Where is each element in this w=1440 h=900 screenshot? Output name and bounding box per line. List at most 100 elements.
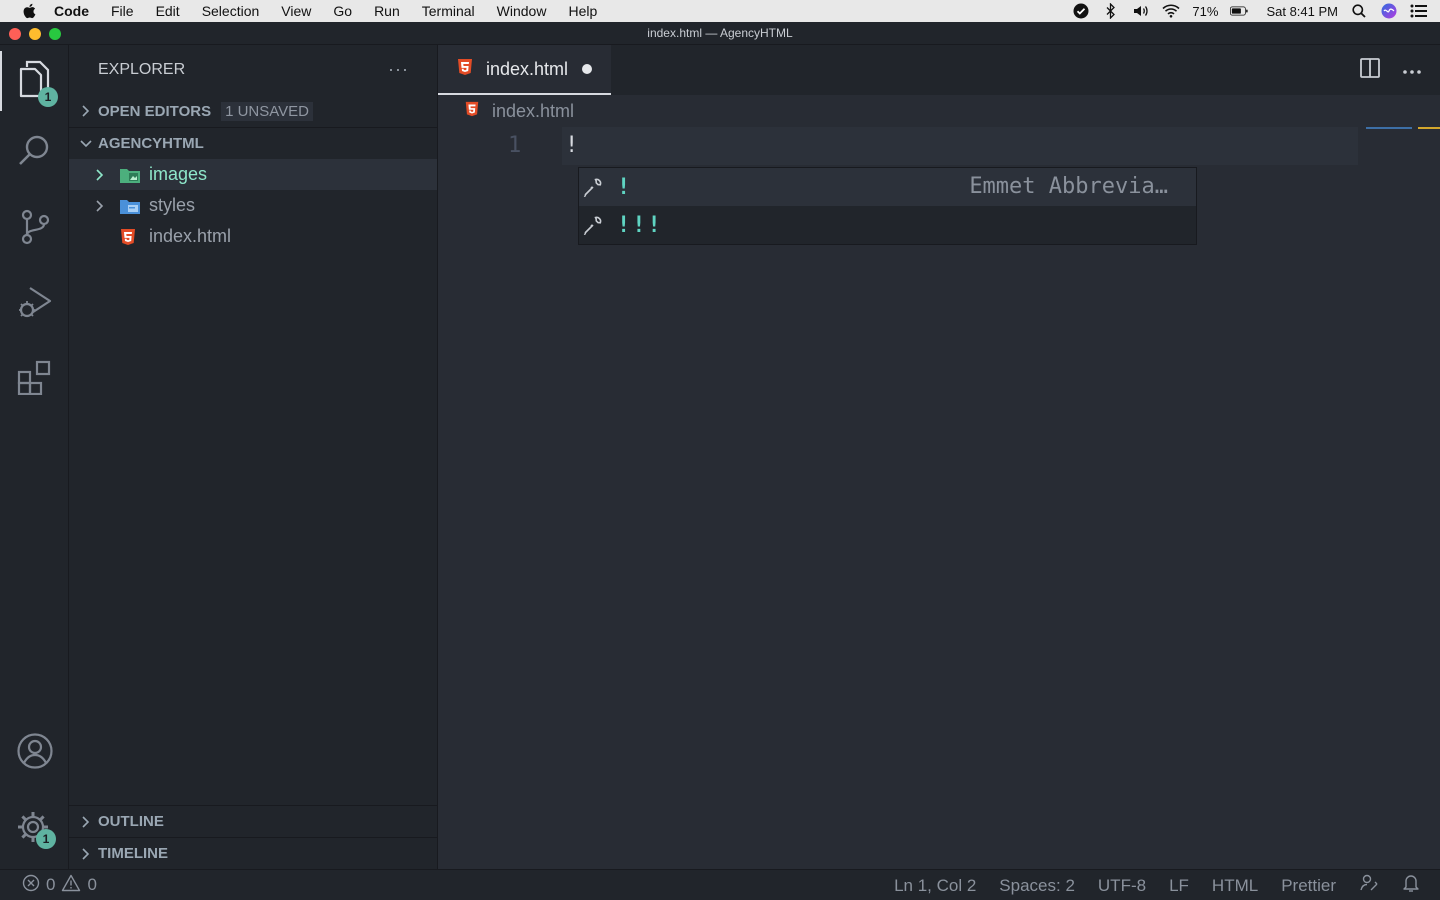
end-of-line[interactable]: LF [1169, 876, 1189, 896]
encoding[interactable]: UTF-8 [1098, 876, 1146, 896]
cursor-position[interactable]: Ln 1, Col 2 [894, 876, 976, 896]
status-bar: 0 0 Ln 1, Col 2 Spaces: 2 UTF-8 LF HTML … [0, 869, 1440, 900]
timeline-section[interactable]: TIMELINE [69, 837, 437, 869]
tab-label: index.html [486, 58, 569, 79]
volume-icon[interactable] [1132, 3, 1150, 19]
tree-item-images-folder[interactable]: images [69, 159, 437, 190]
menu-selection[interactable]: Selection [191, 0, 271, 22]
activity-run-debug[interactable] [0, 274, 69, 334]
sidebar-bottom-sections: OUTLINE TIMELINE [69, 805, 437, 869]
open-editors-section[interactable]: OPEN EDITORS 1 UNSAVED [69, 95, 437, 127]
activity-explorer[interactable]: 1 [0, 51, 69, 111]
explorer-title: EXPLORER [98, 61, 186, 78]
zoom-window-button[interactable] [49, 28, 61, 40]
activity-extensions[interactable] [0, 349, 69, 409]
window-title: index.html — AgencyHTML [647, 26, 793, 40]
problems-indicator[interactable]: 0 0 [22, 874, 97, 897]
wrench-icon [583, 215, 607, 235]
project-label: AGENCYHTML [98, 135, 204, 152]
suggestion-item[interactable]: !!! [579, 206, 1196, 244]
tree-item-label: index.html [149, 226, 232, 246]
formatter[interactable]: Prettier [1281, 876, 1336, 896]
menu-edit[interactable]: Edit [145, 0, 191, 22]
wifi-icon[interactable] [1162, 3, 1180, 19]
error-count: 0 [46, 875, 56, 894]
tree-item-label: styles [149, 195, 196, 215]
breadcrumb-file[interactable]: index.html [492, 101, 574, 122]
outline-section[interactable]: OUTLINE [69, 805, 437, 837]
macos-menu-bar: Code File Edit Selection View Go Run Ter… [0, 0, 1440, 22]
account-icon [16, 732, 54, 775]
siri-icon[interactable] [1380, 3, 1398, 19]
code-text[interactable]: ! [565, 133, 578, 158]
menu-clock[interactable]: Sat 8:41 PM [1266, 4, 1338, 19]
explorer-header: EXPLORER ··· [69, 45, 437, 95]
unsaved-dot-icon[interactable] [582, 64, 593, 74]
activity-bar: 1 1 [0, 45, 69, 869]
html5-icon [119, 228, 141, 246]
notifications-bell-icon[interactable] [1402, 873, 1420, 898]
suggestion-label: ! [617, 174, 633, 200]
chevron-right-icon [95, 199, 111, 213]
html5-icon [464, 101, 480, 122]
spotlight-search-icon[interactable] [1350, 3, 1368, 19]
indentation[interactable]: Spaces: 2 [999, 876, 1075, 896]
editor-area: index.html index.html 1 ! ! Emmet Abbrev… [438, 45, 1440, 869]
unsaved-count-badge: 1 UNSAVED [221, 101, 314, 121]
battery-icon[interactable] [1230, 3, 1249, 19]
control-center-icon[interactable] [1410, 3, 1428, 19]
menu-go[interactable]: Go [322, 0, 363, 22]
warning-count: 0 [87, 875, 97, 894]
more-actions-icon[interactable] [1402, 62, 1422, 80]
menu-app-code[interactable]: Code [40, 0, 100, 22]
battery-percent: 71% [1192, 3, 1219, 19]
open-editors-label: OPEN EDITORS [98, 102, 212, 120]
line-number: 1 [508, 133, 522, 158]
minimize-window-button[interactable] [29, 28, 41, 40]
source-control-icon [18, 208, 52, 251]
styles-folder-icon [119, 197, 141, 215]
project-section[interactable]: AGENCYHTML [69, 127, 437, 159]
tree-item-styles-folder[interactable]: styles [69, 190, 437, 221]
images-folder-icon [119, 166, 141, 184]
menu-help[interactable]: Help [557, 0, 608, 22]
close-window-button[interactable] [9, 28, 21, 40]
status-bar-right: Ln 1, Col 2 Spaces: 2 UTF-8 LF HTML Pret… [894, 870, 1420, 900]
wrench-icon [583, 177, 607, 197]
chevron-right-icon [95, 168, 111, 182]
run-debug-icon [16, 283, 54, 326]
tab-index-html[interactable]: index.html [438, 45, 611, 95]
editor-tab-bar: index.html [438, 45, 1440, 95]
activity-accounts[interactable] [0, 723, 69, 783]
tree-item-index-html[interactable]: index.html [69, 221, 437, 252]
suggestion-item[interactable]: ! Emmet Abbrevia… [579, 168, 1196, 206]
bluetooth-icon[interactable] [1102, 3, 1120, 19]
chevron-down-icon [69, 139, 98, 149]
activity-manage[interactable]: 1 [0, 799, 69, 859]
settings-badge: 1 [36, 829, 56, 849]
warning-icon [61, 874, 81, 897]
search-icon [17, 133, 53, 174]
suggestion-label: !!! [617, 212, 663, 238]
apple-menu-icon[interactable] [18, 0, 40, 22]
code-line[interactable]: 1 ! [438, 127, 1358, 165]
menu-terminal[interactable]: Terminal [411, 0, 486, 22]
menu-view[interactable]: View [270, 0, 322, 22]
menu-file[interactable]: File [100, 0, 145, 22]
window-controls [9, 28, 61, 40]
language-mode[interactable]: HTML [1212, 876, 1258, 896]
explorer-sidebar: EXPLORER ··· OPEN EDITORS 1 UNSAVED AGEN… [69, 45, 438, 869]
feedback-icon[interactable] [1359, 873, 1379, 898]
split-editor-icon[interactable] [1360, 58, 1380, 83]
check-circle-icon[interactable] [1072, 3, 1090, 19]
breadcrumb[interactable]: index.html [438, 95, 1440, 127]
menu-window[interactable]: Window [486, 0, 558, 22]
suggestion-detail: Emmet Abbrevia… [969, 174, 1168, 199]
activity-source-control[interactable] [0, 199, 69, 259]
activity-search[interactable] [0, 123, 69, 183]
menu-run[interactable]: Run [363, 0, 411, 22]
explorer-more-actions-button[interactable]: ··· [388, 59, 409, 80]
tree-item-label: images [149, 164, 208, 184]
editor-actions [1360, 58, 1422, 83]
minimap-indicator [1366, 127, 1412, 129]
